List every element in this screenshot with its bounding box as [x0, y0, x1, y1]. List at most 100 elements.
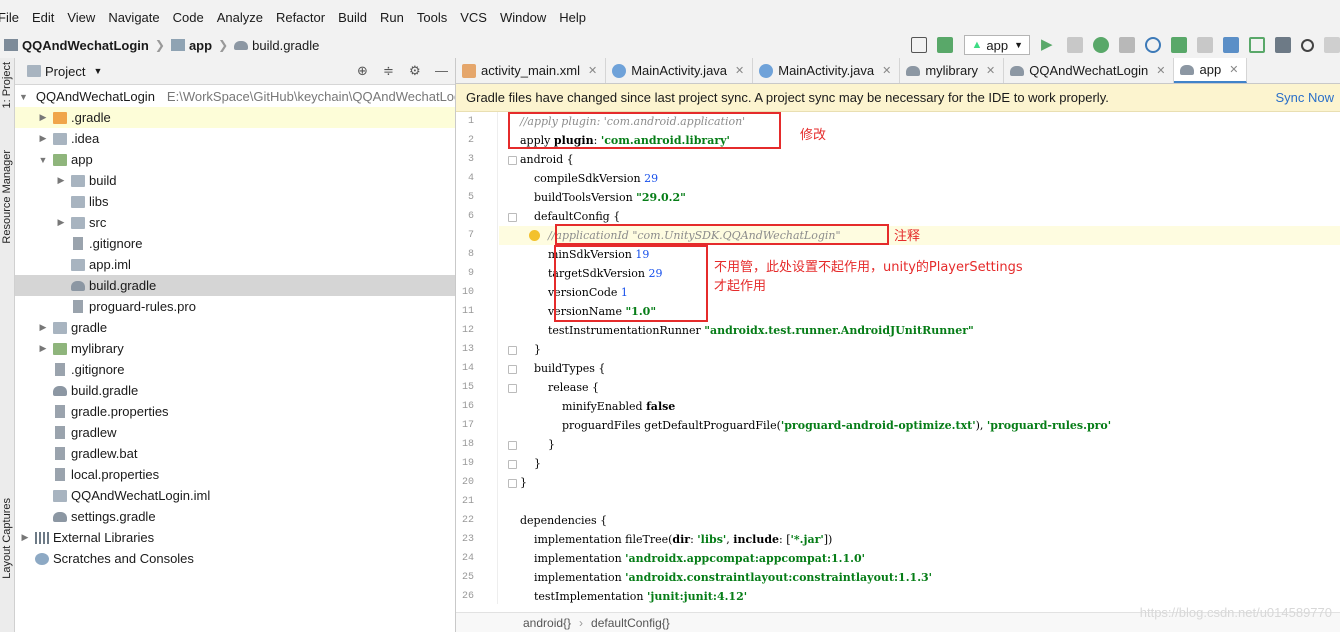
profile-icon[interactable]: [1145, 37, 1161, 53]
tree-item[interactable]: .gitignore: [15, 359, 455, 380]
nav-module[interactable]: app: [170, 38, 212, 53]
sync-gradle-icon[interactable]: [1223, 37, 1239, 53]
menu-build[interactable]: Build: [338, 10, 367, 25]
fold-marker[interactable]: [508, 346, 517, 355]
nav-project[interactable]: QQAndWechatLogin: [0, 38, 149, 53]
resource-manager-tab[interactable]: Resource Manager: [1, 150, 13, 244]
expand-right-icon[interactable]: ▶: [19, 532, 31, 543]
menu-tools[interactable]: Tools: [417, 10, 447, 25]
hammer-icon[interactable]: [937, 37, 954, 53]
menu-code[interactable]: Code: [173, 10, 204, 25]
project-view-select[interactable]: Project: [45, 64, 85, 79]
lightbulb-icon[interactable]: [529, 230, 540, 241]
tab-mylibrary[interactable]: mylibrary ✕: [900, 58, 1005, 83]
tab-activity-main[interactable]: activity_main.xml ✕: [456, 58, 607, 83]
tree-item[interactable]: proguard-rules.pro: [15, 296, 455, 317]
tree-item[interactable]: .gitignore: [15, 233, 455, 254]
expand-right-icon[interactable]: ▶: [55, 217, 67, 228]
run-icon[interactable]: ▶: [1041, 37, 1057, 53]
hide-icon[interactable]: —: [435, 64, 449, 78]
editor: activity_main.xml ✕ MainActivity.java ✕ …: [456, 58, 1340, 632]
layout-captures-tab[interactable]: Layout Captures: [1, 498, 13, 579]
avd-manager-icon[interactable]: [1249, 37, 1265, 53]
tree-item[interactable]: ▶ External Libraries: [15, 527, 455, 548]
chevron-down-icon[interactable]: ▼: [93, 66, 102, 76]
expand-right-icon[interactable]: ▶: [37, 112, 49, 123]
expand-right-icon[interactable]: ▶: [37, 322, 49, 333]
tree-item-selected[interactable]: build.gradle: [15, 275, 455, 296]
stop-icon[interactable]: [1197, 37, 1213, 53]
code-area[interactable]: 1 2 3 4 5 6 7 8 9 10 11 12 13 14 15 16 1…: [456, 112, 1340, 604]
apply-changes-icon[interactable]: [1067, 37, 1083, 53]
tab-project-gradle[interactable]: QQAndWechatLogin ✕: [1004, 58, 1175, 83]
menu-navigate[interactable]: Navigate: [108, 10, 159, 25]
fold-marker[interactable]: [508, 365, 517, 374]
expand-down-icon[interactable]: ▼: [37, 155, 49, 165]
close-icon[interactable]: ✕: [735, 64, 744, 77]
attach-debugger-icon[interactable]: [1171, 37, 1187, 53]
tree-item[interactable]: build.gradle: [15, 380, 455, 401]
tree-item[interactable]: ▶ build: [15, 170, 455, 191]
project-tool-tab[interactable]: 1: Project: [1, 62, 13, 108]
tree-item[interactable]: ▶ gradle: [15, 317, 455, 338]
debug-icon[interactable]: [1093, 37, 1109, 53]
fold-marker[interactable]: [508, 213, 517, 222]
expand-down-icon[interactable]: ▼: [19, 92, 28, 102]
menu-edit[interactable]: Edit: [32, 10, 54, 25]
tree-item[interactable]: ▶ mylibrary: [15, 338, 455, 359]
tree-root[interactable]: ▼ QQAndWechatLogin E:\WorkSpace\GitHub\k…: [15, 86, 455, 107]
tab-main-activity[interactable]: MainActivity.java ✕: [606, 58, 754, 83]
coverage-icon[interactable]: [1119, 37, 1135, 53]
breadcrumb-default-config[interactable]: defaultConfig{}: [591, 616, 670, 630]
fold-marker[interactable]: [508, 460, 517, 469]
menu-analyze[interactable]: Analyze: [217, 10, 263, 25]
search-icon[interactable]: [1301, 38, 1314, 52]
module-folder-icon: [53, 153, 67, 166]
menu-view[interactable]: View: [67, 10, 95, 25]
more-icon[interactable]: [1324, 37, 1340, 53]
expand-right-icon[interactable]: ▶: [37, 133, 49, 144]
tree-item[interactable]: ▶ .gradle: [15, 107, 455, 128]
sdk-manager-icon[interactable]: [1275, 37, 1291, 53]
fold-marker[interactable]: [508, 156, 517, 165]
gear-icon[interactable]: ⚙: [409, 64, 423, 78]
menu-file[interactable]: File: [0, 10, 19, 25]
tree-item[interactable]: gradlew.bat: [15, 443, 455, 464]
close-icon[interactable]: ✕: [1156, 64, 1165, 77]
fold-marker[interactable]: [508, 479, 517, 488]
nav-file[interactable]: build.gradle: [234, 38, 319, 53]
fold-marker[interactable]: [508, 384, 517, 393]
tree-item[interactable]: gradle.properties: [15, 401, 455, 422]
expand-right-icon[interactable]: ▶: [55, 175, 67, 186]
tree-item[interactable]: settings.gradle: [15, 506, 455, 527]
layout-icon[interactable]: [911, 37, 928, 53]
tree-item[interactable]: local.properties: [15, 464, 455, 485]
breadcrumb-android[interactable]: android{}: [523, 616, 571, 630]
sync-now-link[interactable]: Sync Now: [1275, 90, 1334, 105]
menu-refactor[interactable]: Refactor: [276, 10, 325, 25]
line-number: 8: [467, 249, 474, 260]
fold-marker[interactable]: [508, 441, 517, 450]
menu-run[interactable]: Run: [380, 10, 404, 25]
tree-item[interactable]: ▶ src: [15, 212, 455, 233]
close-icon[interactable]: ✕: [986, 64, 995, 77]
tree-item[interactable]: ▼ app: [15, 149, 455, 170]
menu-help[interactable]: Help: [559, 10, 586, 25]
tree-item[interactable]: app.iml: [15, 254, 455, 275]
tree-item[interactable]: libs: [15, 191, 455, 212]
collapse-icon[interactable]: ≑: [383, 64, 397, 78]
tree-item[interactable]: gradlew: [15, 422, 455, 443]
tree-item[interactable]: QQAndWechatLogin.iml: [15, 485, 455, 506]
tab-main-activity-2[interactable]: MainActivity.java ✕: [753, 58, 901, 83]
close-icon[interactable]: ✕: [1229, 63, 1238, 76]
tree-item[interactable]: Scratches and Consoles: [15, 548, 455, 569]
close-icon[interactable]: ✕: [588, 64, 597, 77]
menu-vcs[interactable]: VCS: [460, 10, 487, 25]
close-icon[interactable]: ✕: [882, 64, 891, 77]
expand-right-icon[interactable]: ▶: [37, 343, 49, 354]
tab-app[interactable]: app ✕: [1174, 58, 1248, 83]
tree-item[interactable]: ▶ .idea: [15, 128, 455, 149]
menu-window[interactable]: Window: [500, 10, 546, 25]
run-config-select[interactable]: ▲ app ▼: [964, 35, 1030, 55]
locate-icon[interactable]: ⊕: [357, 64, 371, 78]
